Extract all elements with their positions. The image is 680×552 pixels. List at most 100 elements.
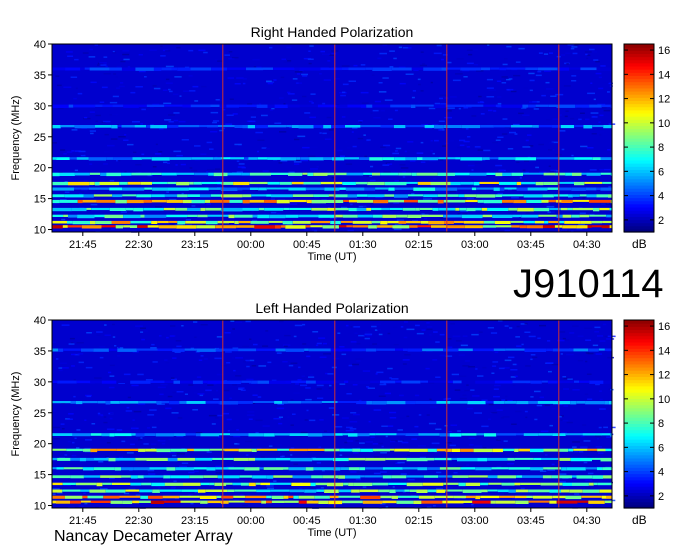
- band-segment: [264, 207, 284, 211]
- noise-speck: [455, 340, 462, 342]
- band-segment: [565, 433, 583, 436]
- band-segment: [473, 448, 493, 453]
- y-tick-label: 30: [34, 101, 46, 113]
- band-segment: [603, 125, 612, 129]
- band-segment: [348, 380, 371, 384]
- noise-speck: [466, 407, 473, 410]
- noise-speck: [250, 116, 256, 118]
- band-segment: [477, 457, 488, 462]
- band-segment: [493, 348, 506, 351]
- band-segment: [488, 482, 502, 485]
- noise-speck: [179, 95, 182, 97]
- band-segment: [364, 475, 383, 478]
- band-segment: [597, 448, 606, 452]
- noise-speck: [361, 102, 369, 104]
- band-segment: [288, 172, 303, 176]
- noise-speck: [582, 424, 587, 426]
- noise-speck: [607, 91, 610, 93]
- band-segment: [298, 500, 307, 504]
- noise-speck: [294, 163, 300, 165]
- noise-speck: [494, 384, 501, 387]
- noise-speck: [263, 485, 267, 487]
- band-segment: [512, 380, 531, 384]
- band-segment: [90, 220, 96, 225]
- band-segment: [89, 187, 110, 190]
- band-segment: [347, 194, 357, 198]
- noise-speck: [58, 367, 63, 369]
- noise-speck: [504, 325, 509, 327]
- band-segment: [543, 181, 558, 185]
- noise-speck: [218, 436, 221, 438]
- band-segment: [80, 489, 90, 492]
- noise-speck: [152, 85, 157, 87]
- noise-speck: [522, 146, 531, 148]
- noise-speck: [132, 419, 135, 421]
- noise-speck: [124, 134, 127, 136]
- band-segment: [493, 401, 505, 404]
- noise-speck: [127, 66, 131, 68]
- band-segment: [450, 401, 468, 404]
- noise-speck: [357, 137, 364, 140]
- band-segment: [600, 172, 611, 175]
- x-tick-label: 03:45: [517, 239, 545, 251]
- band-segment: [520, 482, 541, 485]
- band-segment: [192, 380, 203, 384]
- band-segment: [307, 433, 323, 437]
- noise-speck: [109, 179, 115, 182]
- band-segment: [244, 157, 249, 161]
- band-segment: [83, 194, 94, 198]
- band-segment: [59, 172, 75, 176]
- band-segment: [461, 125, 481, 129]
- noise-speck: [206, 505, 212, 507]
- noise-speck: [515, 61, 521, 63]
- band-segment: [585, 467, 597, 470]
- band-segment: [121, 125, 135, 128]
- band-segment: [275, 225, 281, 229]
- noise-speck: [480, 101, 484, 103]
- band-segment: [542, 194, 554, 198]
- band-segment: [477, 199, 484, 203]
- band-segment: [562, 214, 572, 218]
- band-segment: [367, 194, 385, 198]
- noise-speck: [503, 77, 509, 79]
- noise-speck: [535, 166, 539, 169]
- noise-speck: [100, 414, 104, 417]
- noise-speck: [566, 63, 569, 65]
- band-segment: [606, 495, 612, 499]
- band-segment: [494, 220, 511, 224]
- band-segment: [365, 348, 377, 352]
- band-segment: [239, 475, 253, 478]
- band-segment: [572, 199, 589, 202]
- band-segment: [150, 380, 165, 383]
- noise-speck: [113, 357, 116, 360]
- noise-speck: [527, 134, 532, 136]
- band-segment: [444, 220, 454, 224]
- noise-speck: [127, 396, 131, 399]
- band-segment: [495, 172, 503, 177]
- noise-speck: [463, 76, 468, 78]
- noise-speck: [535, 74, 542, 77]
- noise-speck: [136, 198, 145, 200]
- x-tick-label: 21:45: [69, 239, 97, 251]
- band-segment: [591, 225, 602, 228]
- noise-speck: [583, 440, 591, 442]
- band-segment: [274, 433, 290, 436]
- band-segment: [548, 104, 557, 107]
- band-segment: [285, 380, 292, 384]
- noise-speck: [198, 49, 206, 52]
- band-segment: [283, 467, 289, 470]
- band-segment: [126, 199, 144, 204]
- band-segment: [117, 348, 137, 352]
- band-segment: [105, 401, 111, 405]
- noise-speck: [354, 332, 358, 334]
- band-segment: [574, 157, 593, 160]
- noise-speck: [287, 91, 291, 94]
- band-segment: [596, 187, 601, 191]
- noise-speck: [71, 122, 75, 124]
- noise-speck: [168, 438, 172, 441]
- noise-speck: [377, 57, 382, 60]
- noise-speck: [318, 337, 326, 339]
- band-segment: [464, 225, 483, 229]
- colorbar-label: dB: [632, 237, 647, 251]
- noise-speck: [308, 155, 316, 157]
